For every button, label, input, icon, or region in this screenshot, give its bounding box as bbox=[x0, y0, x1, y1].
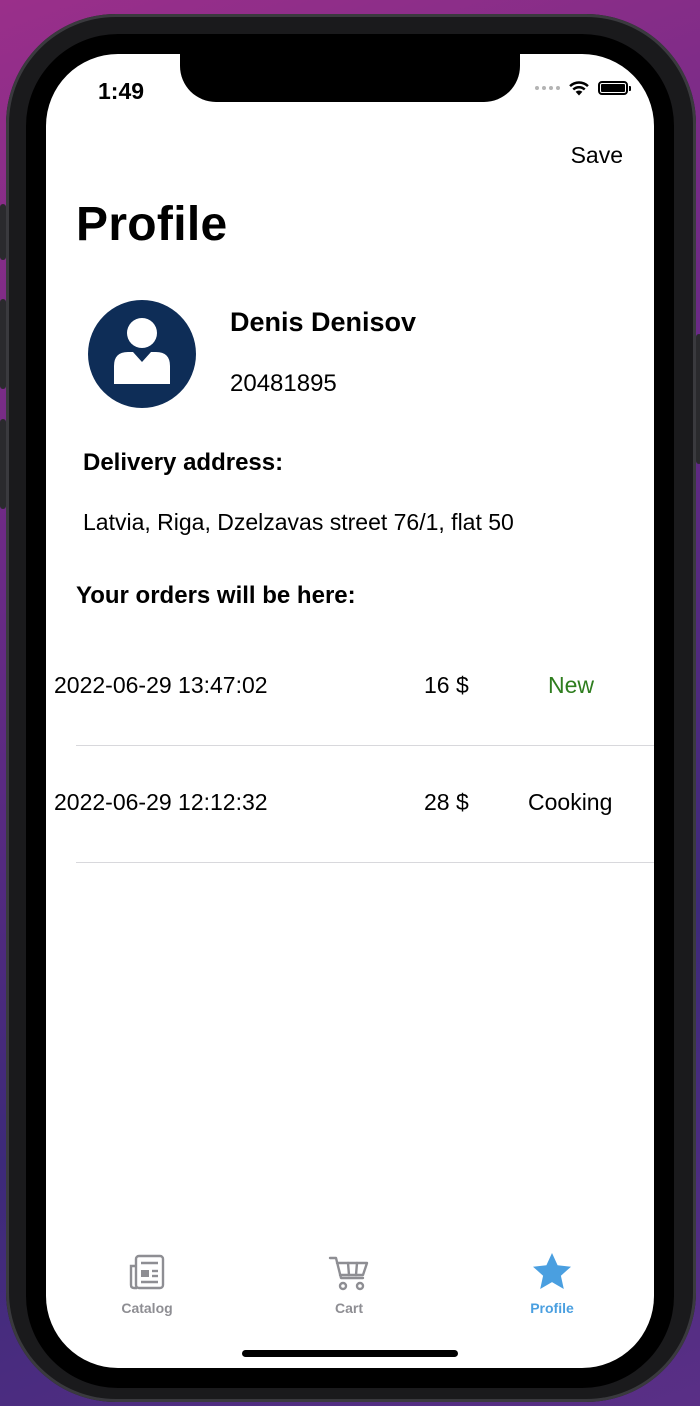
home-indicator bbox=[242, 1350, 458, 1357]
tab-catalog[interactable]: Catalog bbox=[82, 1248, 212, 1316]
order-row[interactable]: 2022-06-29 12:12:32 28 $ Cooking bbox=[46, 746, 654, 863]
orders-title: Your orders will be here: bbox=[76, 582, 356, 609]
wifi-icon bbox=[569, 81, 589, 96]
volume-up-button bbox=[0, 299, 6, 389]
tab-label: Profile bbox=[530, 1300, 574, 1316]
cart-icon bbox=[284, 1248, 414, 1292]
delivery-address-label: Delivery address: bbox=[83, 449, 284, 476]
tab-label: Catalog bbox=[121, 1300, 173, 1316]
row-divider bbox=[76, 862, 654, 863]
delivery-address-value[interactable]: Latvia, Riga, Dzelzavas street 76/1, fla… bbox=[83, 509, 514, 536]
order-date: 2022-06-29 13:47:02 bbox=[54, 672, 268, 698]
order-price: 28 $ bbox=[424, 789, 469, 815]
star-icon bbox=[487, 1248, 617, 1292]
notch bbox=[180, 54, 520, 102]
app-screen: 1:49 Save Profile Denis Denisov 20481895… bbox=[46, 54, 654, 1368]
tab-label: Cart bbox=[334, 1300, 363, 1316]
status-time: 1:49 bbox=[98, 78, 145, 104]
order-date: 2022-06-29 12:12:32 bbox=[54, 789, 268, 815]
user-name: Denis Denisov bbox=[230, 307, 417, 337]
order-status: Cooking bbox=[528, 789, 613, 815]
power-button bbox=[696, 334, 700, 464]
newspaper-icon bbox=[82, 1248, 212, 1292]
page-title: Profile bbox=[76, 198, 228, 251]
signal-icon bbox=[535, 86, 560, 90]
order-status: New bbox=[548, 672, 595, 698]
user-phone: 20481895 bbox=[230, 370, 337, 397]
tab-bar: Catalog Cart Profile bbox=[46, 1248, 654, 1328]
tab-profile[interactable]: Profile bbox=[487, 1248, 617, 1316]
side-button bbox=[0, 204, 6, 260]
order-price: 16 $ bbox=[424, 672, 469, 698]
battery-icon bbox=[598, 81, 631, 95]
user-avatar-icon bbox=[88, 300, 196, 408]
tab-cart[interactable]: Cart bbox=[284, 1248, 414, 1316]
status-icons bbox=[535, 80, 631, 96]
volume-down-button bbox=[0, 419, 6, 509]
orders-list: 2022-06-29 13:47:02 16 $ New 2022-06-29 … bbox=[46, 629, 654, 863]
order-row[interactable]: 2022-06-29 13:47:02 16 $ New bbox=[46, 629, 654, 746]
save-button[interactable]: Save bbox=[571, 142, 623, 169]
